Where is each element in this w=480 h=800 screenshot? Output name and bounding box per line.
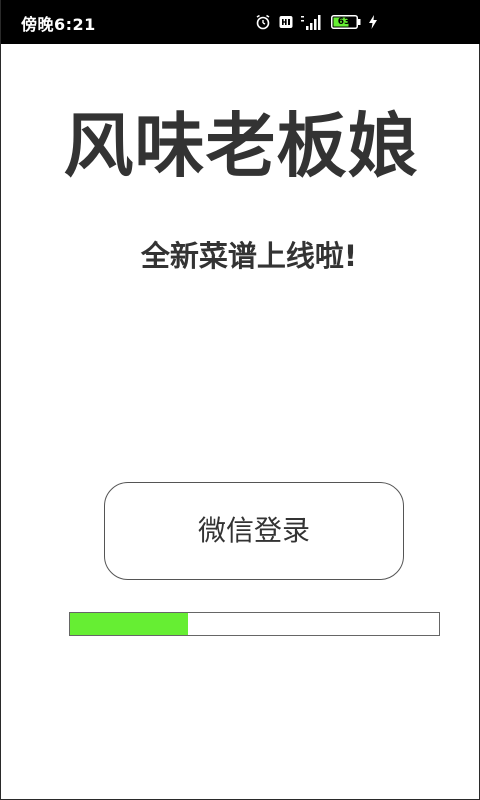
status-icons: 63: [255, 13, 377, 31]
loading-progress-fill: [70, 613, 188, 635]
battery-icon: 63: [331, 14, 361, 30]
wechat-login-button[interactable]: 微信登录: [104, 482, 404, 580]
app-screen: 傍晚6:21 63 风味老板娘 全新菜谱上线啦! 微信登录: [0, 0, 480, 800]
charging-icon: [369, 15, 377, 29]
loading-progress-bar: [69, 612, 440, 636]
app-subtitle: 全新菜谱上线啦!: [140, 239, 358, 273]
status-time: 傍晚6:21: [21, 15, 96, 34]
alarm-icon: [255, 14, 271, 30]
battery-level: 63: [337, 17, 351, 27]
status-bar: 傍晚6:21 63: [1, 0, 480, 44]
hd-icon: [279, 15, 293, 29]
app-title: 风味老板娘: [63, 105, 419, 187]
signal-icon: [301, 14, 323, 30]
